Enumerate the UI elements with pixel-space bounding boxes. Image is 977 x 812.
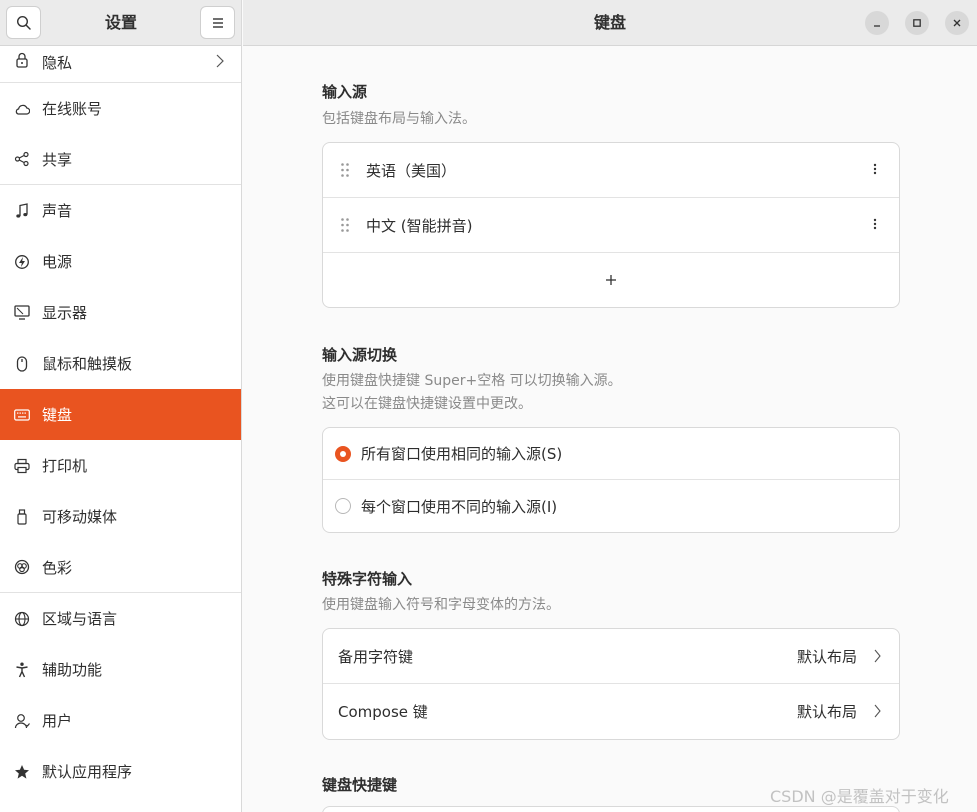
- input-sources-description: 包括键盘布局与输入法。: [322, 111, 476, 127]
- close-icon: [953, 19, 961, 27]
- sidebar-item-mouse-touchpad[interactable]: 鼠标和触摸板: [0, 338, 241, 389]
- special-chars-title: 特殊字符输入: [322, 570, 413, 588]
- sidebar-item-label: 在线账号: [42, 100, 103, 118]
- row-label: Compose 键: [338, 703, 428, 721]
- removable-media-icon: [14, 508, 30, 525]
- star-icon: [14, 764, 30, 780]
- main-menu-button[interactable]: [200, 6, 235, 39]
- minimize-button[interactable]: [865, 11, 889, 35]
- sidebar-item-displays[interactable]: 显示器: [0, 287, 241, 338]
- keyboard-icon: [14, 407, 30, 423]
- mouse-icon: [14, 355, 30, 372]
- chevron-right-icon: [216, 54, 224, 72]
- sidebar-item-label: 区域与语言: [42, 610, 118, 628]
- minimize-icon: [874, 25, 880, 27]
- sidebar-item-color[interactable]: 色彩: [0, 542, 241, 593]
- row-value: 默认布局: [796, 647, 857, 666]
- sidebar-item-privacy[interactable]: 隐私: [0, 46, 241, 83]
- sidebar-item-printers[interactable]: 打印机: [0, 440, 241, 491]
- switching-options: 所有窗口使用相同的输入源(S) 每个窗口使用不同的输入源(I): [322, 427, 900, 533]
- switch-option-per-window[interactable]: 每个窗口使用不同的输入源(I): [323, 480, 899, 532]
- input-source-row[interactable]: 英语（美国）: [323, 143, 899, 198]
- maximize-button[interactable]: [905, 11, 929, 35]
- chevron-right-icon: [874, 704, 881, 722]
- input-source-label: 英语（美国）: [366, 161, 457, 180]
- color-icon: [14, 559, 30, 575]
- search-icon: [16, 15, 31, 30]
- sidebar-item-label: 电源: [42, 253, 73, 271]
- cloud-icon: [14, 101, 30, 117]
- hamburger-menu-icon: [212, 17, 223, 28]
- input-source-label: 中文 (智能拼音): [366, 216, 473, 235]
- search-button[interactable]: [6, 6, 41, 39]
- music-note-icon: [14, 202, 30, 219]
- switching-description-line2: 这可以在键盘快捷键设置中更改。: [322, 396, 532, 412]
- sidebar-item-label: 声音: [42, 202, 73, 220]
- share-icon: [14, 151, 30, 167]
- compose-key-row[interactable]: Compose 键 默认布局: [323, 684, 899, 739]
- sidebar-item-label: 鼠标和触摸板: [42, 355, 133, 373]
- user-icon: [14, 713, 30, 729]
- maximize-icon: [913, 19, 921, 27]
- sidebar-item-sound[interactable]: 声音: [0, 185, 241, 236]
- sidebar-item-label: 可移动媒体: [42, 508, 118, 526]
- sidebar-item-label: 用户: [42, 712, 73, 730]
- accessibility-icon: [14, 662, 30, 678]
- sidebar-item-users[interactable]: 用户: [0, 695, 241, 746]
- input-source-row[interactable]: 中文 (智能拼音): [323, 198, 899, 253]
- sidebar-item-label: 共享: [42, 150, 73, 169]
- sidebar-item-online-accounts[interactable]: 在线账号: [0, 83, 241, 134]
- sidebar: 设置 隐私 在线账号 共享 声音 电源 显示器 鼠标和触摸板 键盘 打印机 可移…: [0, 0, 242, 812]
- sidebar-item-label: 键盘: [42, 406, 73, 424]
- switching-title: 输入源切换: [322, 346, 398, 364]
- sidebar-item-label: 色彩: [42, 558, 73, 577]
- sidebar-item-label: 打印机: [42, 457, 88, 475]
- special-chars-list: 备用字符键 默认布局 Compose 键 默认布局: [322, 628, 900, 740]
- special-chars-description: 使用键盘输入符号和字母变体的方法。: [322, 597, 560, 613]
- sidebar-item-label: 隐私: [42, 54, 73, 72]
- switch-option-label: 每个窗口使用不同的输入源(I): [361, 497, 558, 516]
- sidebar-item-label: 默认应用程序: [42, 763, 133, 781]
- row-label: 备用字符键: [338, 647, 414, 666]
- input-sources-list: 英语（美国） 中文 (智能拼音): [322, 142, 900, 308]
- radio-button-checked[interactable]: [335, 445, 351, 462]
- display-icon: [14, 305, 30, 321]
- shortcuts-title: 键盘快捷键: [322, 776, 398, 794]
- sidebar-item-accessibility[interactable]: 辅助功能: [0, 644, 241, 695]
- globe-icon: [14, 611, 30, 627]
- drag-handle-icon[interactable]: [340, 217, 350, 237]
- radio-button[interactable]: [335, 498, 351, 514]
- main-header: 键盘: [243, 0, 977, 46]
- power-icon: [14, 254, 30, 270]
- switching-description-line1: 使用键盘快捷键 Super+空格 可以切换输入源。: [322, 373, 622, 389]
- sidebar-item-label: 辅助功能: [42, 661, 103, 679]
- lock-icon: [14, 52, 30, 68]
- sidebar-item-default-applications[interactable]: 默认应用程序: [0, 746, 241, 797]
- sidebar-item-removable-media[interactable]: 可移动媒体: [0, 491, 241, 542]
- switch-option-same[interactable]: 所有窗口使用相同的输入源(S): [323, 428, 899, 480]
- switch-option-label: 所有窗口使用相同的输入源(S): [361, 445, 563, 463]
- sidebar-list: 隐私 在线账号 共享 声音 电源 显示器 鼠标和触摸板 键盘 打印机 可移动媒体…: [0, 46, 241, 797]
- sidebar-item-region-language[interactable]: 区域与语言: [0, 593, 241, 644]
- sidebar-item-keyboard[interactable]: 键盘: [0, 389, 241, 440]
- sidebar-item-label: 显示器: [42, 304, 88, 322]
- sidebar-header: 设置: [0, 0, 241, 46]
- add-input-source-button[interactable]: [323, 253, 899, 307]
- watermark: CSDN @是覆盖对于变化: [770, 787, 949, 806]
- plus-icon: [606, 275, 616, 285]
- row-value: 默认布局: [796, 703, 857, 721]
- input-sources-title: 输入源: [322, 83, 368, 101]
- sidebar-item-sharing[interactable]: 共享: [0, 134, 241, 185]
- chevron-right-icon: [874, 649, 881, 667]
- close-button[interactable]: [945, 11, 969, 35]
- more-options-icon[interactable]: [873, 217, 877, 235]
- printer-icon: [14, 458, 30, 474]
- sidebar-item-power[interactable]: 电源: [0, 236, 241, 287]
- alternate-characters-key-row[interactable]: 备用字符键 默认布局: [323, 629, 899, 684]
- more-options-icon[interactable]: [873, 162, 877, 180]
- drag-handle-icon[interactable]: [340, 162, 350, 182]
